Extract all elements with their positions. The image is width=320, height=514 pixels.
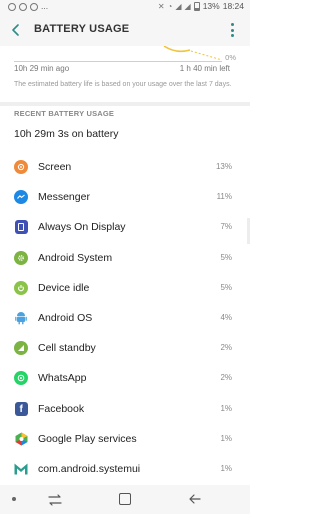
app-name: Google Play services: [38, 432, 137, 445]
list-item[interactable]: Android OS 4%: [0, 303, 250, 333]
whatsapp-notification-icon: [19, 2, 27, 11]
app-name: Device idle: [38, 281, 90, 294]
systemui-icon: [14, 462, 28, 476]
app-percent: 2%: [220, 343, 232, 353]
back-button[interactable]: [188, 493, 202, 505]
list-item[interactable]: Android System 5%: [0, 243, 250, 273]
android-os-icon: [14, 311, 28, 325]
status-bar: ... ✕ ◔ ◢ ◢ 13% 18:24: [0, 0, 250, 14]
app-name: Screen: [38, 161, 72, 173]
status-indicators: ✕ ◔ ◢ ◢ 13% 18:24: [158, 2, 244, 11]
app-name: Android System: [38, 251, 113, 264]
list-item[interactable]: com.android.systemui 1%: [0, 454, 250, 484]
estimate-note: The estimated battery life is based on y…: [14, 81, 232, 88]
app-name: Cell standby: [38, 342, 96, 355]
page-title: BATTERY USAGE: [34, 23, 130, 35]
app-percent: 4%: [220, 312, 232, 322]
facebook-icon: f: [14, 401, 28, 416]
device-idle-icon: [14, 280, 28, 295]
google-play-services-icon: [14, 432, 28, 446]
app-percent: 11%: [216, 192, 232, 202]
back-arrow-icon[interactable]: [9, 22, 23, 38]
list-item[interactable]: Cell standby 2%: [0, 333, 250, 363]
list-item[interactable]: Device idle 5%: [0, 273, 250, 303]
more-notifications: ...: [41, 1, 49, 11]
facebook-notification-icon: [30, 2, 38, 11]
app-percent: 1%: [220, 463, 232, 473]
app-name: WhatsApp: [38, 372, 87, 385]
app-name: Always On Display: [38, 221, 126, 234]
section-divider: [0, 102, 250, 106]
app-name: Messenger: [38, 191, 90, 204]
app-usage-list: Screen 13% Messenger 11% Always On Displ…: [0, 152, 250, 484]
list-item[interactable]: WhatsApp 2%: [0, 363, 250, 393]
section-header: RECENT BATTERY USAGE: [14, 109, 115, 118]
signal-icon: ◢: [175, 2, 182, 11]
messenger-notification-icon: [8, 2, 16, 11]
app-percent: 1%: [220, 403, 232, 413]
time-ago-label: 10h 29 min ago: [14, 64, 70, 73]
app-percent: 2%: [220, 373, 232, 383]
app-name: Android OS: [38, 311, 93, 324]
scrollbar[interactable]: [247, 218, 250, 244]
app-percent: 1%: [220, 433, 232, 443]
clock: 18:24: [222, 1, 244, 11]
list-item[interactable]: Messenger 11%: [0, 182, 250, 212]
signal-2-icon: ◢: [184, 2, 191, 11]
recents-icon[interactable]: [48, 494, 62, 506]
battery-icon: [193, 2, 200, 11]
nav-dot-icon[interactable]: [12, 497, 16, 501]
messenger-icon: [14, 190, 28, 205]
time-left-label: 1 h 40 min left: [179, 64, 230, 73]
graph-zero-label: 0%: [225, 53, 236, 62]
more-options-icon[interactable]: [231, 23, 235, 37]
list-item[interactable]: Screen 13%: [0, 152, 250, 182]
cell-standby-icon: [14, 341, 28, 356]
app-name: Facebook: [38, 402, 85, 415]
whatsapp-icon: [14, 371, 28, 386]
app-percent: 7%: [220, 222, 232, 232]
app-name: com.android.systemui: [38, 462, 141, 475]
navigation-bar: [0, 485, 250, 514]
app-percent: 13%: [215, 162, 232, 171]
list-item[interactable]: Google Play services 1%: [0, 424, 250, 454]
battery-percent: 13%: [202, 1, 220, 11]
list-item[interactable]: f Facebook 1%: [0, 394, 250, 424]
app-percent: 5%: [220, 282, 232, 292]
list-item[interactable]: Always On Display 7%: [0, 212, 250, 242]
screen-icon: [14, 160, 28, 174]
app-bar: BATTERY USAGE: [0, 14, 250, 46]
always-on-display-icon: [14, 220, 28, 235]
mute-icon: ✕: [157, 2, 165, 11]
app-percent: 5%: [220, 252, 232, 262]
wifi-icon: ◔: [167, 2, 173, 11]
battery-graph: [163, 46, 223, 60]
status-notifications: ...: [8, 2, 48, 11]
home-button[interactable]: [119, 493, 131, 505]
graph-baseline: [14, 61, 222, 62]
total-time-on-battery: 10h 29m 3s on battery: [14, 128, 119, 140]
android-system-icon: [14, 250, 28, 265]
